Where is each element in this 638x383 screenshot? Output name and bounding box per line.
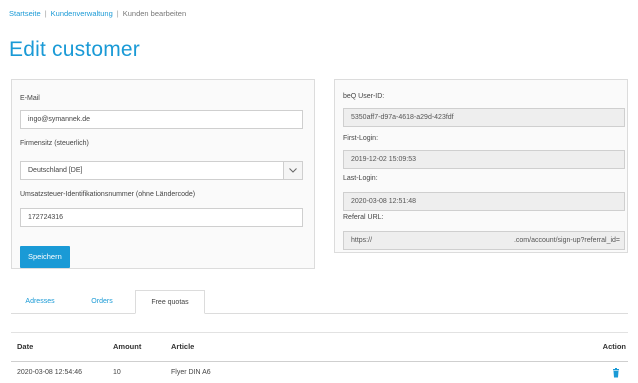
chevron-down-icon[interactable] xyxy=(283,162,302,179)
first-login-field: 2019-12-02 15:09:53 xyxy=(343,150,625,169)
email-label: E-Mail xyxy=(20,95,40,102)
breadcrumb-current: Kunden bearbeiten xyxy=(122,9,187,18)
last-login-label: Last-Login: xyxy=(343,175,378,182)
referral-field: https:// .com/account/sign-up?referral_i… xyxy=(343,231,625,250)
breadcrumb: Startseite | Kundenverwaltung | Kunden bearb… xyxy=(9,9,186,18)
breadcrumb-separator: | xyxy=(44,9,47,18)
table-row: 2020-03-08 12:54:46 10 Flyer DIN A6 xyxy=(11,363,628,383)
column-header-amount: Amount xyxy=(113,342,142,351)
cell-article: Flyer DIN A6 xyxy=(171,369,211,376)
customer-info-panel: beQ User-ID: 5350aff7-d97a-4618-a29d-423… xyxy=(334,79,628,253)
tab-bar: Adresses Orders Free quotas xyxy=(11,290,628,314)
customer-form-panel: E-Mail ingo@symannek.de Firmensitz (steu… xyxy=(11,79,315,269)
referral-url-end: .com/account/sign-up?referral_id= xyxy=(513,237,620,244)
tab-addresses[interactable]: Adresses xyxy=(15,290,65,314)
save-button[interactable]: Speichern xyxy=(20,246,70,268)
table-header: Date Amount Article Action xyxy=(11,332,628,362)
column-header-date: Date xyxy=(17,342,34,351)
company-seat-select[interactable]: Deutschland [DE] xyxy=(20,161,303,180)
tab-free-quotas[interactable]: Free quotas xyxy=(135,290,205,314)
cell-amount: 10 xyxy=(113,369,121,376)
page-title: Edit customer xyxy=(9,38,140,61)
breadcrumb-home-link[interactable]: Startseite xyxy=(9,9,41,18)
column-header-action: Action xyxy=(602,342,626,351)
tab-orders[interactable]: Orders xyxy=(71,290,133,314)
user-id-field: 5350aff7-d97a-4618-a29d-423fdf xyxy=(343,108,625,127)
company-seat-label: Firmensitz (steuerlich) xyxy=(20,140,89,147)
first-login-label: First-Login: xyxy=(343,135,379,142)
last-login-field: 2020-03-08 12:51:48 xyxy=(343,192,625,211)
breadcrumb-customers-link[interactable]: Kundenverwaltung xyxy=(51,9,113,18)
email-field[interactable]: ingo@symannek.de xyxy=(20,110,303,129)
vat-label: Umsatzsteuer-Identifikationsnummer (ohne… xyxy=(20,191,196,198)
referral-label: Referal URL: xyxy=(343,214,384,221)
column-header-article: Article xyxy=(171,342,195,351)
cell-date: 2020-03-08 12:54:46 xyxy=(17,369,82,376)
breadcrumb-separator: | xyxy=(116,9,119,18)
trash-icon[interactable] xyxy=(611,368,621,378)
user-id-label: beQ User-ID: xyxy=(343,93,385,100)
vat-field[interactable]: 172724316 xyxy=(20,208,303,227)
referral-url-start: https:// xyxy=(351,237,373,244)
company-seat-value: Deutschland [DE] xyxy=(28,167,83,174)
